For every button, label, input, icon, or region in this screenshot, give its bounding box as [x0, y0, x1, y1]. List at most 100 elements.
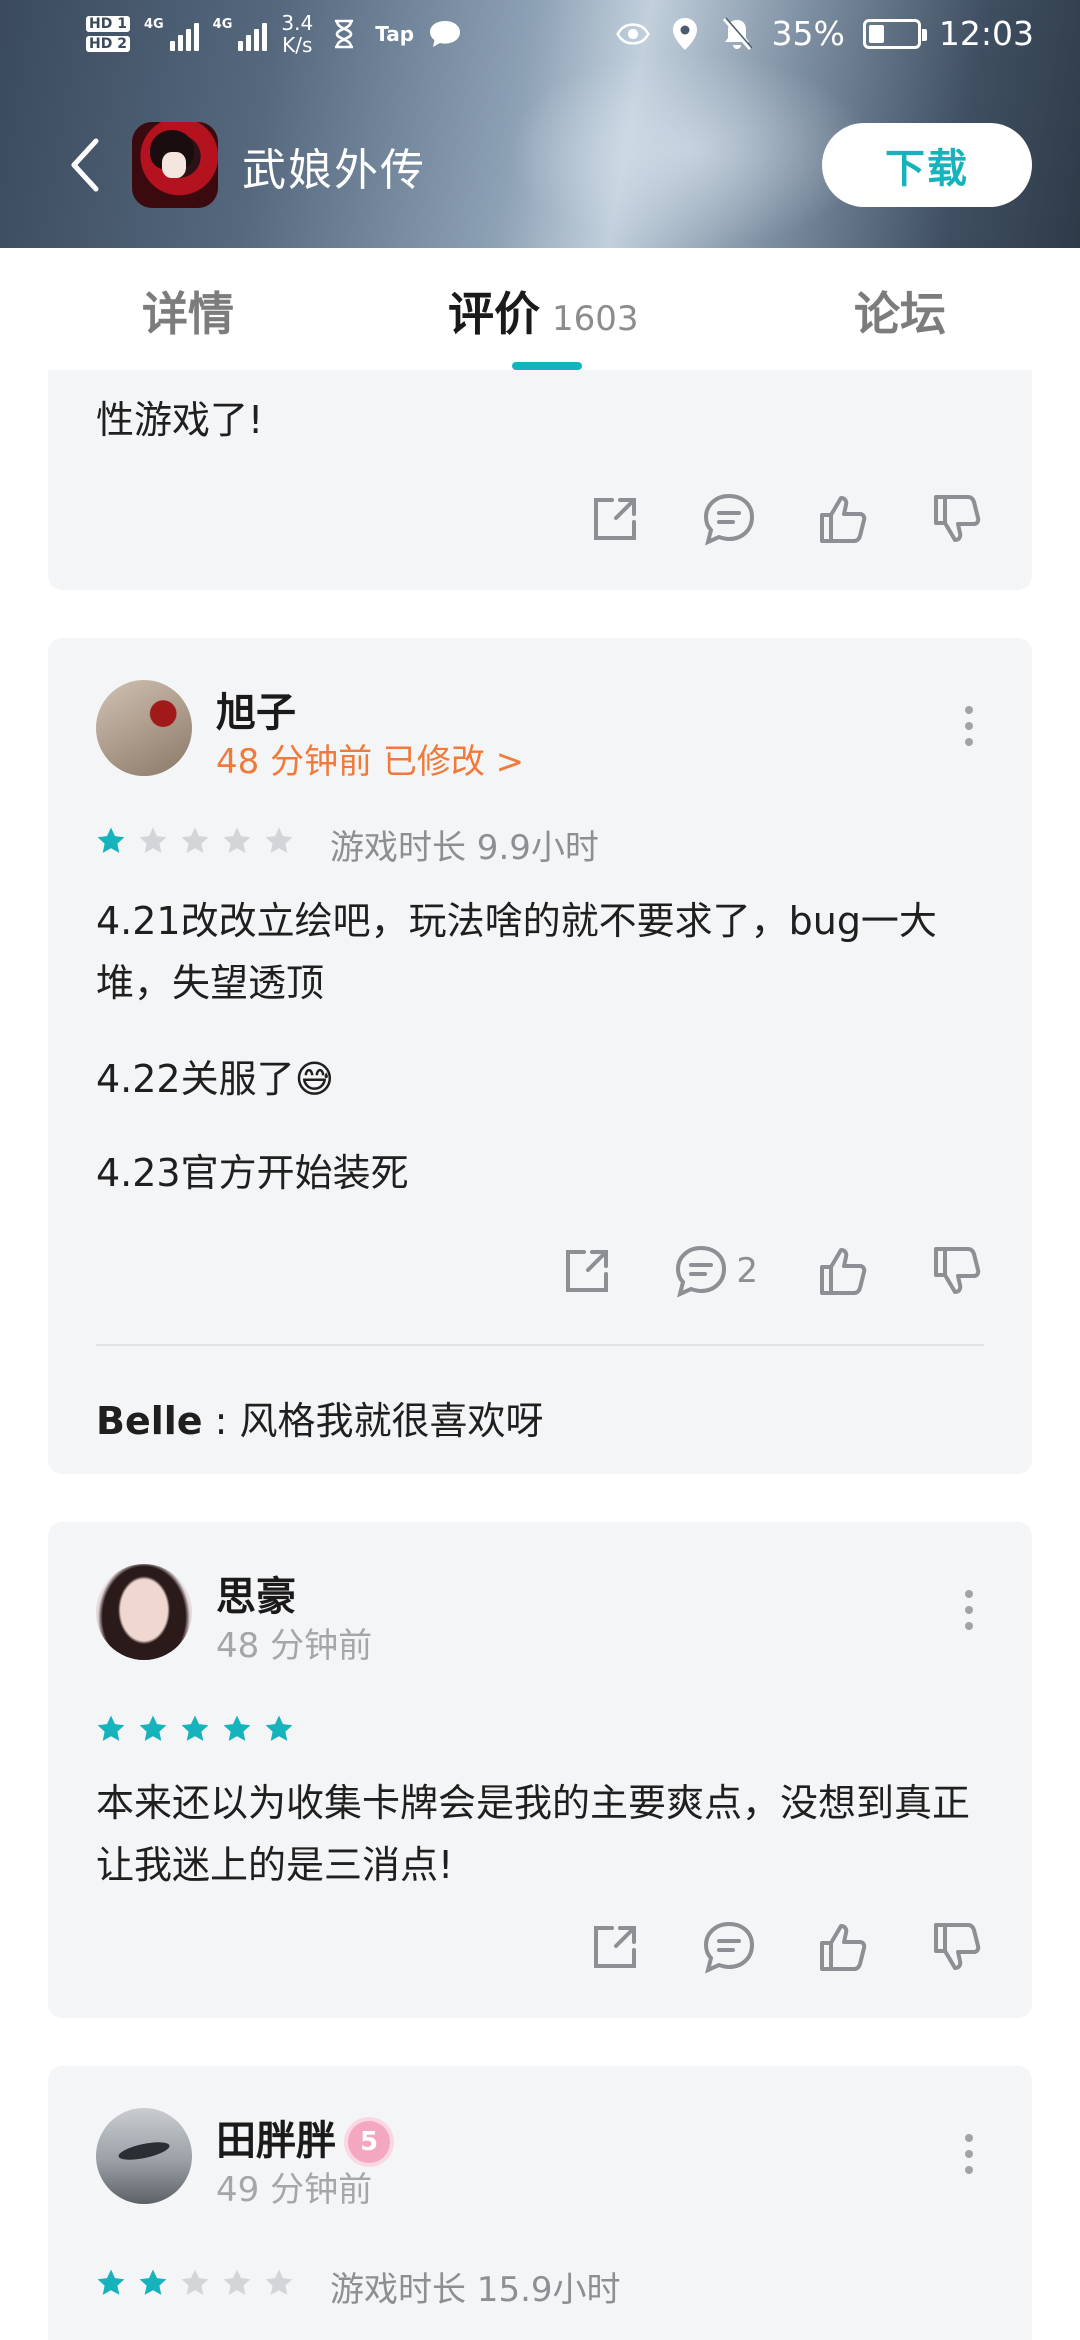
review-actions	[586, 1918, 986, 1976]
hd1-label: HD 1	[86, 16, 130, 32]
dislike-button[interactable]	[928, 1242, 986, 1300]
review-card: 思豪 48 分钟前 本来还以为收集卡牌会是我的主要爽点，没想到真正让我迷上的是三…	[48, 1522, 1032, 2018]
network-speed: 3.4 K/s	[281, 12, 313, 56]
tab-reviews-label: 评价	[448, 287, 540, 341]
star-empty-icon	[139, 827, 167, 853]
app-bar: 武娘外传 下载	[0, 100, 1080, 230]
location-icon	[668, 17, 702, 51]
app-icon[interactable]	[132, 122, 218, 208]
star-filled-icon	[139, 1715, 167, 1741]
hourglass-icon	[327, 17, 361, 51]
avatar[interactable]	[96, 1564, 192, 1660]
like-button[interactable]	[814, 1242, 872, 1300]
star-filled-icon	[97, 827, 125, 853]
tab-details[interactable]: 详情	[142, 278, 234, 344]
thumbs-up-icon	[820, 496, 867, 543]
review-paragraph: 4.22关服了😅	[96, 1057, 335, 1101]
avatar[interactable]	[96, 680, 192, 776]
star-filled-icon	[139, 2269, 167, 2295]
hd2-label: HD 2	[86, 36, 130, 52]
star-filled-icon	[223, 1715, 251, 1741]
star-empty-icon	[181, 2269, 209, 2295]
star-empty-icon	[223, 827, 251, 853]
share-button[interactable]	[558, 1242, 616, 1300]
star-empty-icon	[223, 2269, 251, 2295]
chevron-left-icon	[71, 138, 99, 192]
comment-icon	[703, 1921, 755, 1974]
star-filled-icon	[97, 2269, 125, 2295]
comment-icon	[676, 1245, 727, 1298]
battery-percent: 35%	[771, 14, 845, 53]
share-icon	[594, 498, 636, 540]
review-actions	[586, 490, 986, 548]
star-filled-icon	[265, 1715, 293, 1741]
star-filled-icon	[181, 1715, 209, 1741]
reply-user[interactable]: Belle	[96, 1399, 203, 1443]
download-button[interactable]: 下载	[822, 123, 1032, 207]
thumbs-up-icon	[820, 1924, 867, 1971]
review-time: 48 分钟前	[216, 1626, 373, 1666]
review-count: 1603	[552, 299, 639, 339]
app-title[interactable]: 武娘外传	[242, 134, 426, 198]
username[interactable]: 田胖胖 5	[216, 2108, 390, 2166]
speed-unit: K/s	[282, 33, 313, 57]
star-filled-icon	[97, 1715, 125, 1741]
review-paragraph: 4.23官方开始装死	[96, 1151, 409, 1195]
reply-preview[interactable]: Belle : 风格我就很喜欢呀	[96, 1390, 544, 1445]
rating-stars	[96, 826, 294, 856]
more-options-button[interactable]	[954, 1580, 984, 1640]
app-header: HD 1 HD 2 4G 4G 3.4 K/s Tap 35% 12:03 武娘…	[0, 0, 1080, 248]
like-button[interactable]	[814, 1918, 872, 1976]
chat-bubble-icon	[428, 17, 462, 51]
playtime: 游戏时长 15.9小时	[330, 2270, 621, 2310]
back-button[interactable]	[60, 130, 110, 200]
share-icon	[566, 1250, 609, 1292]
thumbs-down-icon	[934, 495, 981, 542]
comment-icon	[703, 493, 755, 546]
tap-icon: Tap	[375, 22, 415, 46]
tab-forum[interactable]: 论坛	[854, 278, 946, 344]
signal-icon-2: 4G	[213, 17, 268, 51]
clock: 12:03	[938, 14, 1034, 53]
thumbs-down-icon	[934, 1923, 981, 1970]
tab-reviews[interactable]: 评价 1603	[448, 278, 639, 344]
username-text: 田胖胖	[216, 2118, 336, 2164]
like-button[interactable]	[814, 490, 872, 548]
review-actions: 2	[558, 1242, 986, 1300]
hd-indicator: HD 1 HD 2	[86, 16, 130, 52]
network-type-label: 4G	[143, 17, 164, 32]
dislike-button[interactable]	[928, 1918, 986, 1976]
thumbs-up-icon	[820, 1248, 867, 1295]
avatar[interactable]	[96, 2108, 192, 2204]
tab-details-label: 详情	[142, 287, 234, 341]
eye-icon	[615, 17, 650, 51]
username[interactable]: 思豪	[216, 1564, 296, 1622]
more-options-button[interactable]	[954, 696, 984, 756]
review-card: 旭子 48 分钟前 已修改 > 游戏时长 9.9小时 4.21改改立绘吧，玩法啥…	[48, 638, 1032, 1474]
comment-button[interactable]: 2	[672, 1242, 758, 1300]
tab-bar: 详情 评价 1603 论坛	[0, 248, 1080, 370]
username[interactable]: 旭子	[216, 680, 296, 738]
dislike-button[interactable]	[928, 490, 986, 548]
level-badge: 5	[348, 2121, 390, 2163]
review-body-partial: 性游戏了!	[96, 398, 264, 442]
thumbs-down-icon	[934, 1247, 981, 1294]
review-paragraph: 4.21改改立绘吧，玩法啥的就不要求了，bug一大堆，失望透顶	[96, 899, 937, 1005]
comment-button[interactable]	[700, 490, 758, 548]
comment-count: 2	[736, 1251, 758, 1291]
review-card: 田胖胖 5 49 分钟前 游戏时长 15.9小时	[48, 2066, 1032, 2340]
review-time: 49 分钟前	[216, 2170, 373, 2210]
share-icon	[594, 1926, 636, 1968]
share-button[interactable]	[586, 1918, 644, 1976]
review-time-edited[interactable]: 48 分钟前 已修改 >	[216, 734, 524, 783]
network-type-label-2: 4G	[212, 17, 233, 32]
review-card: 性游戏了!	[48, 340, 1032, 590]
tab-forum-label: 论坛	[854, 287, 946, 341]
more-options-button[interactable]	[954, 2124, 984, 2184]
rating-stars	[96, 1714, 294, 1744]
battery-icon	[862, 18, 927, 49]
comment-button[interactable]	[700, 1918, 758, 1976]
share-button[interactable]	[586, 490, 644, 548]
speed-value: 3.4	[281, 11, 314, 35]
signal-icon: 4G	[144, 17, 199, 51]
